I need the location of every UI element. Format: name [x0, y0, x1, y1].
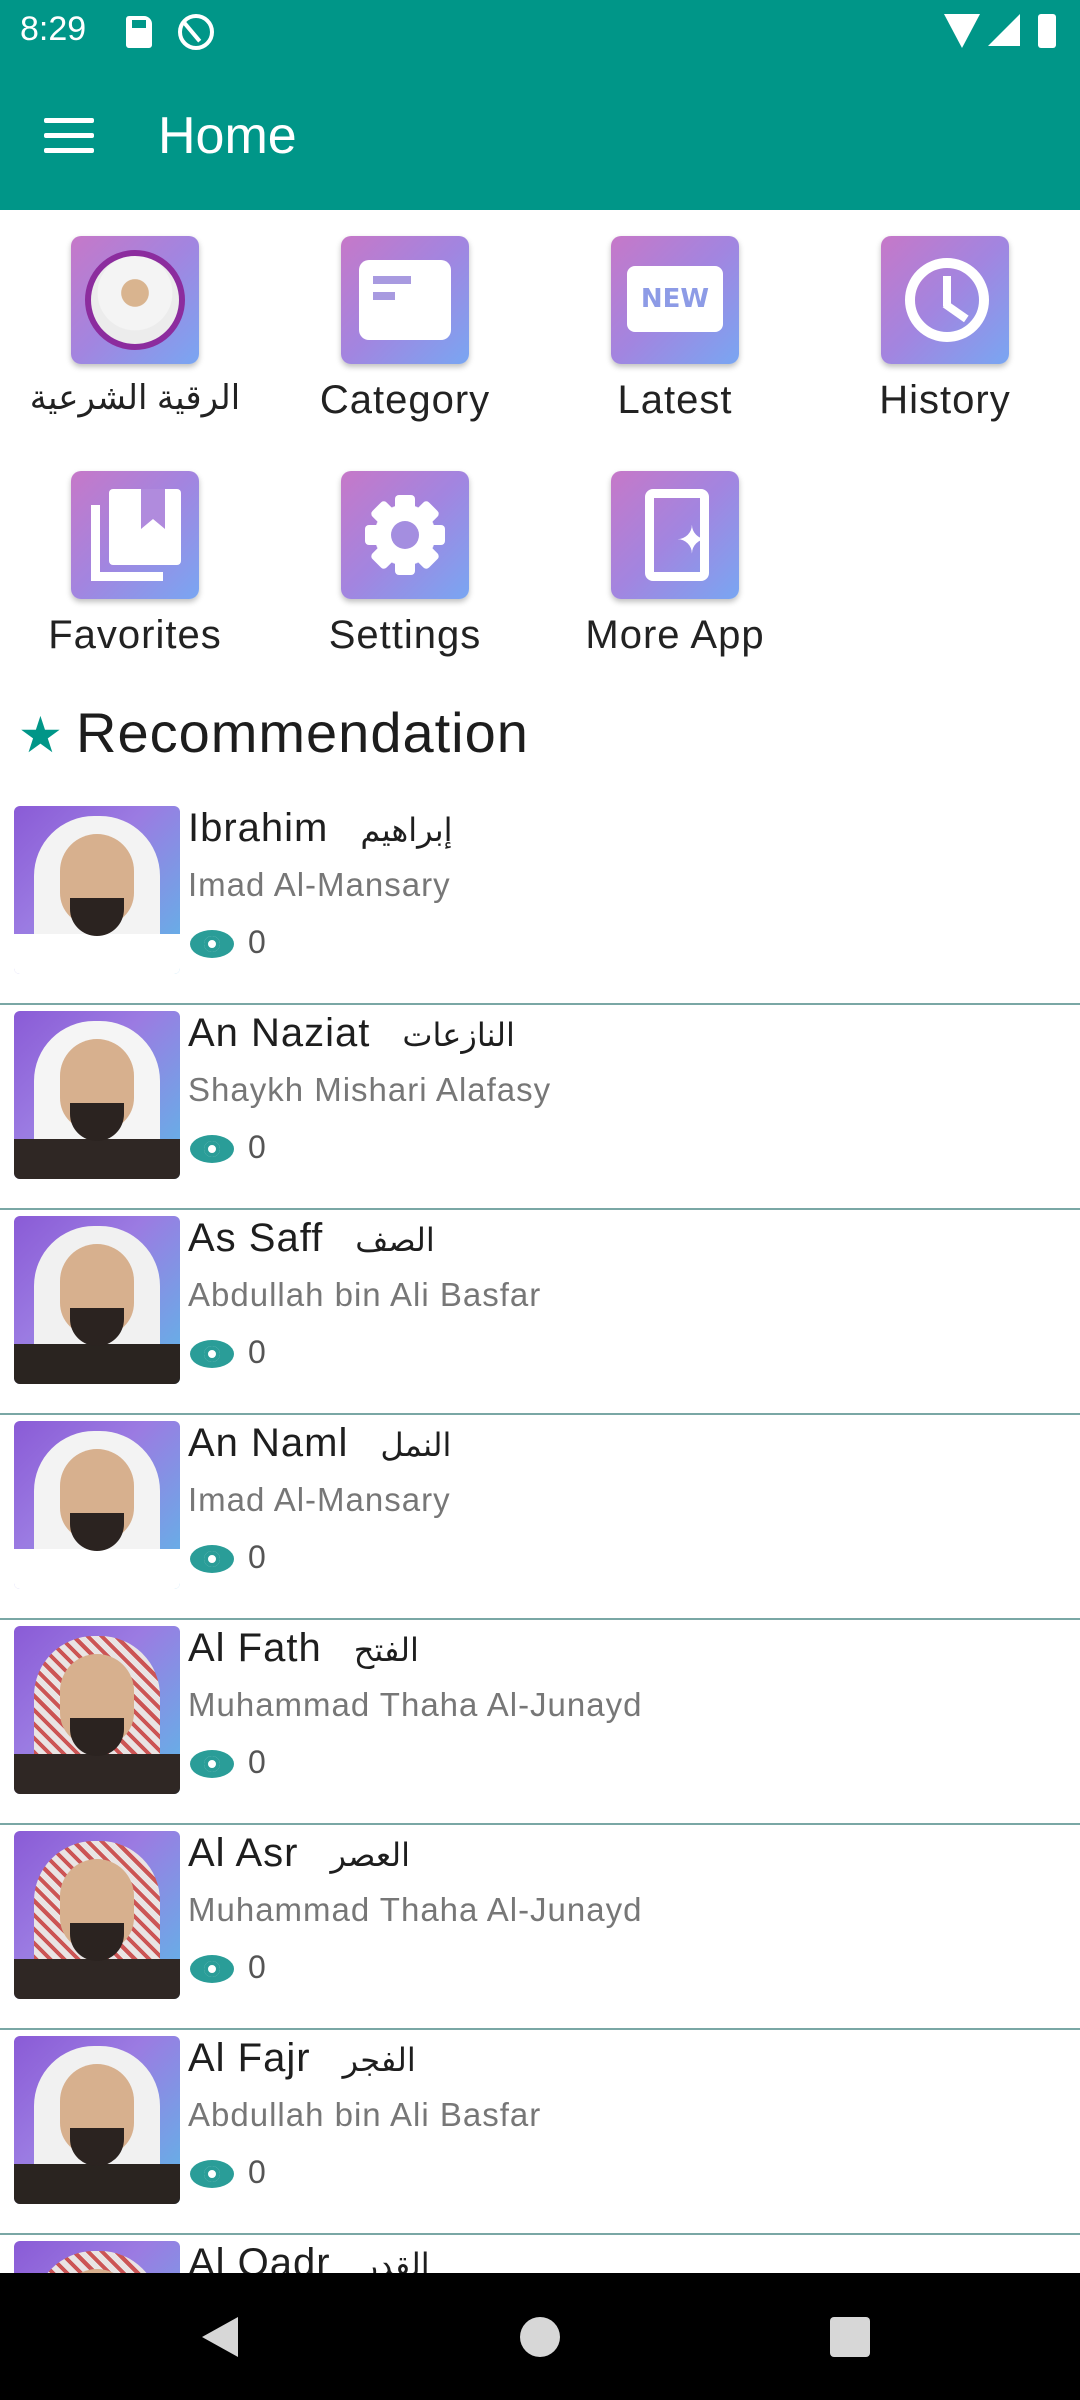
shortcut-settings[interactable]: Settings	[270, 445, 540, 665]
reciter-thumbnail	[14, 2036, 180, 2204]
shortcut-label: More App	[585, 613, 765, 657]
surah-title: Al Fath	[188, 1626, 322, 1670]
surah-title-arabic: الصف	[355, 1221, 435, 1259]
surah-title-arabic: العصر	[330, 1836, 410, 1874]
eye-icon	[190, 930, 234, 958]
reciter-name: Abdullah bin Ali Basfar	[188, 1276, 542, 1313]
surah-title: An Naziat	[188, 1011, 371, 1055]
recommendation-list: Ibrahim إبراهيم Imad Al-Mansary 0 An Nazi…	[0, 800, 1080, 2273]
view-count: 0	[248, 1334, 266, 1370]
view-count: 0	[248, 924, 266, 960]
category-icon	[341, 236, 469, 364]
surah-title-arabic: الفتح	[353, 1631, 419, 1669]
reciter-name: Muhammad Thaha Al-Junayd	[188, 1686, 643, 1723]
list-item[interactable]: Al Qadr القدر	[0, 2235, 1080, 2273]
shortcut-category[interactable]: Category	[270, 210, 540, 430]
section-title: Recommendation	[76, 701, 529, 764]
history-icon	[881, 236, 1009, 364]
star-icon: ★	[18, 707, 63, 763]
surah-title: Al Asr	[188, 1831, 299, 1875]
reciter-thumbnail	[14, 2241, 180, 2273]
eye-icon	[190, 1135, 234, 1163]
eye-icon	[190, 1545, 234, 1573]
signal-icon	[988, 14, 1020, 46]
recent-apps-icon[interactable]	[830, 2317, 870, 2357]
view-count: 0	[248, 1539, 266, 1575]
surah-title-arabic: الفجر	[342, 2041, 416, 2079]
wifi-icon	[944, 14, 980, 48]
surah-title: Ibrahim	[188, 806, 329, 850]
reciter-thumbnail	[14, 1421, 180, 1589]
eye-icon	[190, 1340, 234, 1368]
battery-icon	[1038, 14, 1056, 48]
shortcut-grid: الرقية الشرعية Category NEW Latest Histo…	[0, 210, 1080, 680]
reciter-name: Imad Al-Mansary	[188, 866, 451, 903]
reciter-thumbnail	[14, 1216, 180, 1384]
a-icon	[178, 14, 214, 50]
shortcut-label: Category	[319, 378, 491, 422]
surah-title: Al Qadr	[188, 2241, 331, 2273]
page-title: Home	[158, 107, 297, 165]
shortcut-more-app[interactable]: More App	[540, 445, 810, 665]
eye-icon	[190, 2160, 234, 2188]
ruqya-icon	[71, 236, 199, 364]
list-item[interactable]: Ibrahim إبراهيم Imad Al-Mansary 0	[0, 800, 1080, 1005]
shortcut-favorites[interactable]: Favorites	[0, 445, 270, 665]
eye-icon	[190, 1750, 234, 1778]
shortcut-label: الرقية الشرعية	[29, 379, 241, 417]
surah-title: An Naml	[188, 1421, 349, 1465]
navigation-bar	[0, 2273, 1080, 2400]
surah-title: Al Fajr	[188, 2036, 311, 2080]
surah-title-arabic: النازعات	[402, 1016, 515, 1054]
shortcut-history[interactable]: History	[810, 210, 1080, 430]
reciter-name: Imad Al-Mansary	[188, 1481, 451, 1518]
shortcut-ruqya[interactable]: الرقية الشرعية	[0, 210, 270, 430]
reciter-name: Abdullah bin Ali Basfar	[188, 2096, 542, 2133]
home-icon[interactable]	[520, 2317, 560, 2357]
view-count: 0	[248, 1949, 266, 1985]
surah-title-arabic: النمل	[380, 1426, 452, 1464]
list-item[interactable]: An Naml النمل Imad Al-Mansary 0	[0, 1415, 1080, 1620]
settings-icon	[341, 471, 469, 599]
app-bar: Home	[0, 64, 1080, 210]
list-item[interactable]: Al Fath الفتح Muhammad Thaha Al-Junayd 0	[0, 1620, 1080, 1825]
new-icon: NEW	[611, 236, 739, 364]
list-item[interactable]: As Saff الصف Abdullah bin Ali Basfar 0	[0, 1210, 1080, 1415]
view-count: 0	[248, 1744, 266, 1780]
menu-icon[interactable]	[44, 116, 98, 156]
list-item[interactable]: An Naziat النازعات Shaykh Mishari Alafasy…	[0, 1005, 1080, 1210]
surah-title-arabic: إبراهيم	[360, 811, 453, 849]
list-item[interactable]: Al Asr العصر Muhammad Thaha Al-Junayd 0	[0, 1825, 1080, 2030]
reciter-name: Shaykh Mishari Alafasy	[188, 1071, 552, 1108]
shortcut-latest[interactable]: NEW Latest	[540, 210, 810, 430]
shortcut-label: Latest	[617, 378, 733, 422]
top-bar: 8:29 Home	[0, 0, 1080, 210]
status-bar: 8:29	[0, 0, 1080, 64]
reciter-name: Muhammad Thaha Al-Junayd	[188, 1891, 643, 1928]
shortcut-label: History	[879, 378, 1011, 422]
list-item[interactable]: Al Fajr الفجر Abdullah bin Ali Basfar 0	[0, 2030, 1080, 2235]
eye-icon	[190, 1955, 234, 1983]
view-count: 0	[248, 2154, 266, 2190]
reciter-thumbnail	[14, 1626, 180, 1794]
view-count: 0	[248, 1129, 266, 1165]
surah-title-arabic: القدر	[362, 2246, 430, 2273]
shortcut-label: Settings	[328, 613, 482, 657]
reciter-thumbnail	[14, 1011, 180, 1179]
sd-card-icon	[126, 16, 152, 48]
more-app-icon	[611, 471, 739, 599]
reciter-thumbnail	[14, 1831, 180, 1999]
status-time: 8:29	[20, 10, 87, 48]
back-icon[interactable]	[202, 2317, 238, 2357]
shortcut-label: Favorites	[48, 613, 222, 657]
reciter-thumbnail	[14, 806, 180, 974]
favorites-icon	[71, 471, 199, 599]
surah-title: As Saff	[188, 1216, 324, 1260]
